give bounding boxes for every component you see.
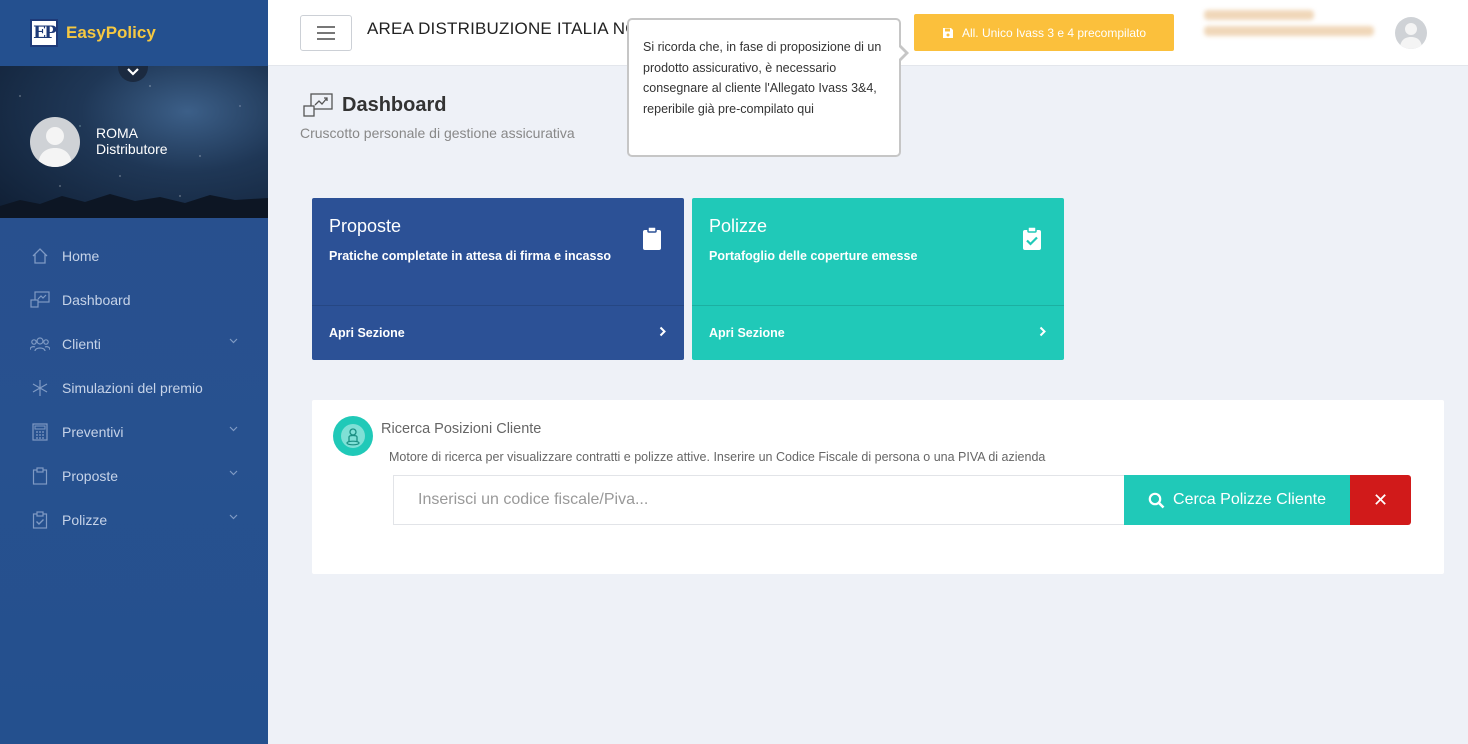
profile-panel: ROMA Distributore — [0, 66, 268, 218]
home-icon — [30, 246, 50, 266]
area-title: AREA DISTRIBUZIONE ITALIA NORD — [367, 19, 664, 38]
search-panel: Ricerca Posizioni Cliente Motore di rice… — [312, 400, 1444, 574]
card-description: Pratiche completate in attesa di firma e… — [329, 249, 612, 263]
sidebar-item-label: Preventivi — [62, 424, 124, 440]
chevron-down-icon — [229, 470, 238, 476]
page-title: Dashboard — [342, 94, 447, 116]
card-title: Polizze — [709, 216, 768, 236]
chevron-down-icon — [229, 338, 238, 344]
sidebar-item-proposte[interactable]: Proposte — [0, 454, 268, 498]
search-button-label: Cerca Polizze Cliente — [1173, 491, 1326, 508]
clipboard-check-icon — [30, 510, 50, 530]
chevron-down-icon — [229, 426, 238, 432]
sidebar-item-preventivi[interactable]: Preventivi — [0, 410, 268, 454]
brand-logo: EP — [30, 19, 58, 47]
open-section-label: Apri Sezione — [329, 326, 405, 340]
proposte-open-link[interactable]: Apri Sezione — [312, 305, 684, 360]
sidebar-item-polizze[interactable]: Polizze — [0, 498, 268, 542]
tooltip-text: Si ricorda che, in fase di proposizione … — [643, 40, 882, 116]
sidebar-nav: Home Dashboard Clienti Simulazioni del p… — [0, 218, 268, 542]
clipboard-icon — [643, 227, 661, 250]
sidebar-item-label: Clienti — [62, 336, 101, 352]
profile-role: Distributore — [96, 141, 168, 157]
allegato-ivass-label: All. Unico Ivass 3 e 4 precompilato — [961, 25, 1147, 40]
calculator-icon — [30, 422, 50, 442]
brand-name: EasyPolicy — [66, 23, 156, 42]
search-title: Ricerca Posizioni Cliente — [381, 421, 542, 437]
sidebar-item-simulazioni[interactable]: Simulazioni del premio — [0, 366, 268, 410]
sidebar-item-label: Polizze — [62, 512, 108, 528]
avatar[interactable] — [30, 117, 80, 167]
allegato-tooltip: Si ricorda che, in fase di proposizione … — [627, 18, 909, 157]
user-location-icon — [333, 416, 373, 456]
clipboard-icon — [30, 466, 50, 486]
sidebar-item-label: Dashboard — [62, 292, 131, 308]
allegato-ivass-button[interactable]: All. Unico Ivass 3 e 4 precompilato — [914, 14, 1174, 51]
search-policies-button[interactable]: Cerca Polizze Cliente — [1124, 475, 1350, 525]
card-description: Portafoglio delle coperture emesse — [709, 249, 918, 263]
chevron-right-icon — [659, 326, 666, 337]
sidebar-item-home[interactable]: Home — [0, 234, 268, 278]
hamburger-icon — [317, 26, 335, 28]
sidebar: EP EasyPolicy ROMA Distributore Home Das… — [0, 0, 268, 744]
brand[interactable]: EP EasyPolicy — [0, 0, 268, 66]
page-subtitle: Cruscotto personale di gestione assicura… — [300, 125, 575, 141]
fiscal-code-search-input[interactable] — [393, 475, 1125, 525]
sidebar-item-label: Proposte — [62, 468, 119, 484]
open-section-label: Apri Sezione — [709, 326, 785, 340]
asterisk-icon — [30, 378, 50, 398]
profile-name: ROMA Distributore — [96, 125, 168, 157]
sidebar-item-clienti[interactable]: Clienti — [0, 322, 268, 366]
chevron-down-icon — [229, 514, 238, 520]
chevron-right-icon — [1039, 326, 1046, 337]
clear-search-button[interactable]: ✕ — [1350, 475, 1411, 525]
user-info-redacted[interactable] — [1204, 10, 1382, 42]
clipboard-check-icon — [1023, 227, 1041, 250]
proposte-card: Proposte Pratiche completate in attesa d… — [312, 198, 684, 360]
dashboard-icon — [30, 290, 50, 310]
search-description: Motore di ricerca per visualizzare contr… — [389, 450, 1046, 464]
sidebar-item-label: Home — [62, 248, 100, 264]
card-title: Proposte — [329, 216, 402, 236]
users-icon — [30, 334, 50, 354]
dashboard-icon — [303, 93, 333, 117]
sidebar-item-dashboard[interactable]: Dashboard — [0, 278, 268, 322]
profile-username: ROMA — [96, 125, 138, 141]
save-icon — [942, 27, 953, 38]
search-icon — [1148, 492, 1165, 508]
sidebar-item-label: Simulazioni del premio — [62, 380, 203, 396]
user-avatar[interactable] — [1395, 17, 1427, 49]
mountains-image — [0, 194, 268, 218]
polizze-card: Polizze Portafoglio delle coperture emes… — [692, 198, 1064, 360]
polizze-open-link[interactable]: Apri Sezione — [692, 305, 1064, 360]
menu-toggle-button[interactable] — [300, 15, 352, 51]
